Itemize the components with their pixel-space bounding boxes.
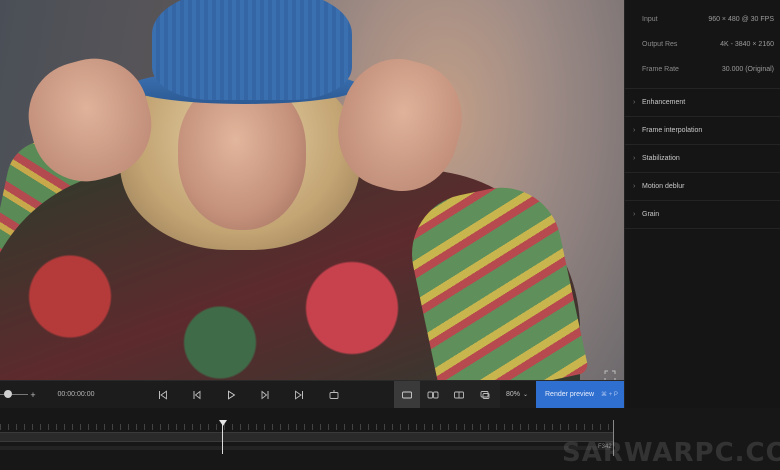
divider [625,172,780,173]
info-value: 4K - 3840 × 2160 [720,41,774,48]
info-value: 960 × 480 @ 30 FPS [708,16,774,23]
chevron-right-icon: › [633,210,636,218]
render-shortcut: ⌘ + P [601,392,618,398]
render-label: Render preview [545,391,595,398]
overlay-view-icon [480,390,490,399]
section-frame-interpolation[interactable]: › Frame interpolation [633,123,773,137]
single-view-icon [402,391,412,398]
chevron-right-icon: › [633,98,636,106]
render-preview-button[interactable]: Render preview ⌘ + P [536,381,624,408]
info-input: Input 960 × 480 @ 30 FPS [642,16,774,30]
previous-frame-button[interactable] [189,381,205,408]
timeline-subtrack [0,446,614,450]
video-preview[interactable] [0,0,624,380]
go-to-start-button[interactable] [155,381,171,408]
view-split-button[interactable] [446,381,472,408]
info-value: 30.000 (Original) [721,66,774,73]
step-back-icon [193,390,201,399]
section-grain[interactable]: › Grain [633,207,773,221]
section-stabilization[interactable]: › Stabilization [633,151,773,165]
side-by-side-icon [427,391,439,398]
divider [625,228,780,229]
divider [625,88,780,89]
timecode-display: 00:00:00:00 [54,381,98,408]
bucket-hat [152,0,352,100]
loop-icon [329,390,339,399]
section-label: Grain [642,210,660,218]
play-icon [228,389,236,400]
settings-panel: Input 960 × 480 @ 30 FPS Output Res 4K -… [624,0,780,470]
divider [625,116,780,117]
info-label: Output Res [642,41,678,48]
watermark: SARWARPC.CO [562,438,780,468]
view-overlay-button[interactable] [472,381,498,408]
playhead-handle[interactable] [219,420,227,426]
info-frame-rate: Frame Rate 30.000 (Original) [642,66,774,80]
zoom-value: 80% [505,391,520,398]
loop-button[interactable] [320,381,348,408]
next-frame-button[interactable] [257,381,273,408]
chevron-right-icon: › [633,154,636,162]
skip-to-start-icon [159,389,167,400]
section-label: Frame interpolation [642,126,703,134]
chevron-down-icon: ⌄ [522,392,529,398]
timeline-ruler [0,424,614,430]
view-single-button[interactable] [394,381,420,408]
view-side-by-side-button[interactable] [420,381,446,408]
zoom-in-button[interactable]: + [28,381,38,408]
volume-slider-knob[interactable] [4,390,12,398]
section-label: Stabilization [642,154,680,162]
section-enhancement[interactable]: › Enhancement [633,95,773,109]
zoom-dropdown[interactable]: 80% ⌄ [500,381,534,408]
plus-label: + [30,389,36,400]
chevron-right-icon: › [633,126,636,134]
timecode: 00:00:00:00 [57,391,95,398]
timeline-track[interactable] [0,432,614,442]
section-label: Motion deblur [642,182,685,190]
info-output-res: Output Res 4K - 3840 × 2160 [642,41,774,55]
skip-to-end-icon [295,389,303,400]
playhead-line[interactable] [222,424,223,454]
section-label: Enhancement [642,98,686,106]
go-to-end-button[interactable] [291,381,307,408]
info-label: Frame Rate [642,66,679,73]
divider [625,200,780,201]
step-forward-icon [261,390,269,399]
section-motion-deblur[interactable]: › Motion deblur [633,179,773,193]
divider [625,144,780,145]
split-view-icon [454,391,464,398]
chevron-right-icon: › [633,182,636,190]
play-button[interactable] [223,381,239,408]
info-label: Input [642,16,658,23]
